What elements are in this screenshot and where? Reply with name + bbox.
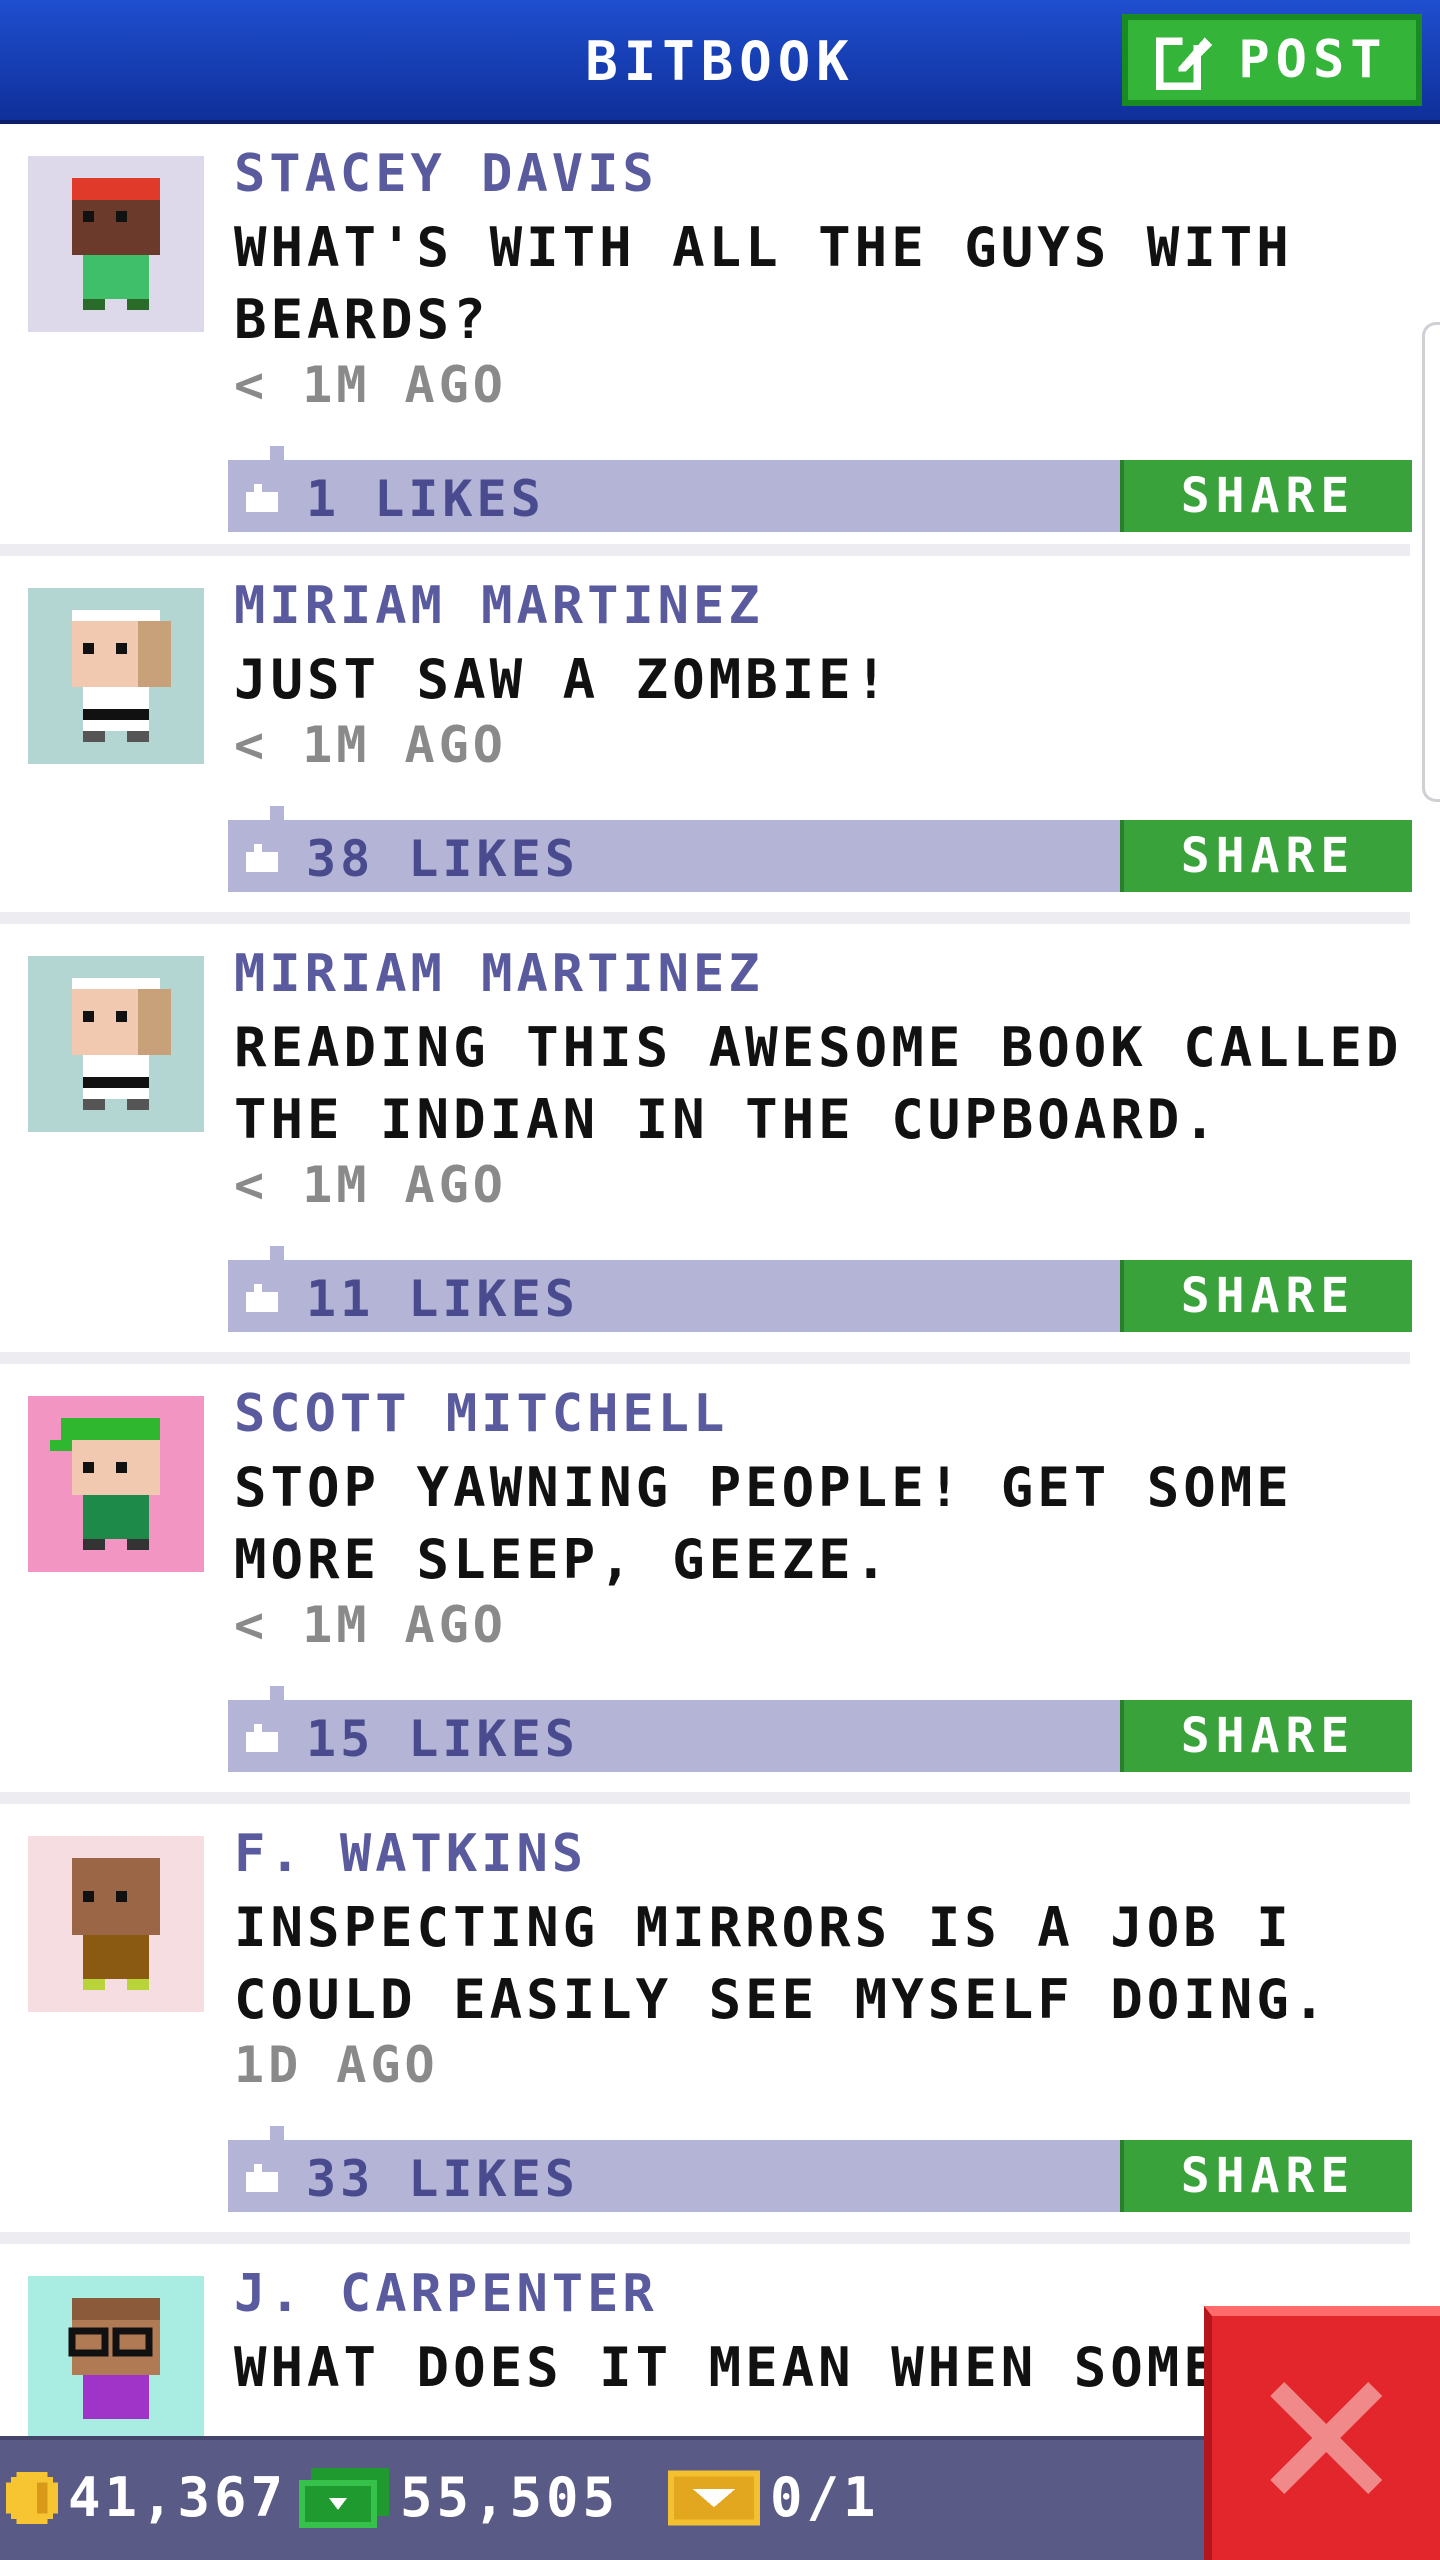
likes-bar-notch <box>270 1686 284 1700</box>
like-icon <box>246 1284 278 1312</box>
coin-icon <box>6 2471 58 2524</box>
post-message: STOP YAWNING PEOPLE! GET SOME MORE SLEEP… <box>234 1456 1293 1591</box>
like-icon <box>246 844 278 872</box>
post-message: JUST SAW A ZOMBIE! <box>234 648 892 711</box>
avatar[interactable] <box>28 588 204 764</box>
likes-bar: 1 LIKES SHARE <box>228 446 1412 532</box>
post-time: 1D AGO <box>234 2036 439 2094</box>
edit-icon <box>1156 33 1213 90</box>
post-time: < 1M AGO <box>234 716 507 774</box>
bux-stat[interactable]: 55,505 <box>298 2466 619 2529</box>
avatar[interactable] <box>28 156 204 332</box>
feed-post: SCOTT MITCHELL STOP YAWNING PEOPLE! GET … <box>0 1364 1412 1804</box>
share-button[interactable]: SHARE <box>1120 2140 1412 2212</box>
feed-post: MIRIAM MARTINEZ JUST SAW A ZOMBIE! < 1M … <box>0 556 1412 924</box>
share-button[interactable]: SHARE <box>1120 1700 1412 1772</box>
like-icon <box>246 2164 278 2192</box>
share-button[interactable]: SHARE <box>1120 820 1412 892</box>
share-button[interactable]: SHARE <box>1120 460 1412 532</box>
post-author[interactable]: STACEY DAVIS <box>234 144 658 204</box>
likes-count[interactable]: 15 LIKES <box>306 1710 579 1768</box>
likes-bar-notch <box>270 1246 284 1260</box>
post-time: < 1M AGO <box>234 356 507 414</box>
scroll-indicator[interactable] <box>1422 322 1440 802</box>
feed-post: F. WATKINS INSPECTING MIRRORS IS A JOB I… <box>0 1804 1412 2244</box>
likes-count[interactable]: 38 LIKES <box>306 830 579 888</box>
person-avatar-icon <box>72 1858 160 1990</box>
person-avatar-icon <box>68 2298 160 2419</box>
coins-value: 41,367 <box>68 2466 288 2529</box>
post-author[interactable]: SCOTT MITCHELL <box>234 1384 728 1444</box>
post-message: READING THIS AWESOME BOOK CALLED THE IND… <box>234 1016 1403 1151</box>
ticket-icon <box>668 2469 760 2526</box>
post-author[interactable]: MIRIAM MARTINEZ <box>234 944 764 1004</box>
tickets-stat[interactable]: 0/1 <box>668 2466 880 2529</box>
bitbook-screen: BITBOOK POST STACEY DAVIS WHAT'S WITH AL… <box>0 0 1440 2560</box>
likes-bar-notch <box>270 2126 284 2140</box>
likes-count[interactable]: 1 LIKES <box>306 470 545 528</box>
likes-bar-notch <box>270 806 284 820</box>
like-icon <box>246 1724 278 1752</box>
person-avatar-icon <box>72 978 171 1110</box>
close-icon <box>1270 2382 1382 2494</box>
likes-count[interactable]: 11 LIKES <box>306 1270 579 1328</box>
top-bar: BITBOOK POST <box>0 0 1440 124</box>
bux-icon <box>299 2467 389 2528</box>
post-message: WHAT'S WITH ALL THE GUYS WITH BEARDS? <box>234 216 1293 351</box>
avatar[interactable] <box>28 1836 204 2012</box>
feed-post: MIRIAM MARTINEZ READING THIS AWESOME BOO… <box>0 924 1412 1364</box>
coins-stat: 41,367 <box>6 2466 287 2529</box>
share-button[interactable]: SHARE <box>1120 1260 1412 1332</box>
post-author[interactable]: MIRIAM MARTINEZ <box>234 576 764 636</box>
post-button[interactable]: POST <box>1122 14 1422 106</box>
post-time: < 1M AGO <box>234 1596 507 1654</box>
post-author[interactable]: J. CARPENTER <box>234 2264 658 2324</box>
likes-bar: 11 LIKES SHARE <box>228 1246 1412 1332</box>
likes-count[interactable]: 33 LIKES <box>306 2150 579 2208</box>
close-button[interactable] <box>1204 2306 1440 2560</box>
avatar[interactable] <box>28 2276 204 2452</box>
avatar[interactable] <box>28 956 204 1132</box>
like-icon <box>246 484 278 512</box>
likes-bar: 38 LIKES SHARE <box>228 806 1412 892</box>
likes-bar: 33 LIKES SHARE <box>228 2126 1412 2212</box>
avatar[interactable] <box>28 1396 204 1572</box>
post-time: < 1M AGO <box>234 1156 507 1214</box>
person-avatar-icon <box>72 610 171 742</box>
likes-bar: 15 LIKES SHARE <box>228 1686 1412 1772</box>
post-author[interactable]: F. WATKINS <box>234 1824 587 1884</box>
feed-post: STACEY DAVIS WHAT'S WITH ALL THE GUYS WI… <box>0 124 1412 556</box>
tickets-value: 0/1 <box>770 2466 880 2529</box>
likes-bar-notch <box>270 446 284 460</box>
post-label: POST <box>1238 30 1388 90</box>
feed[interactable]: STACEY DAVIS WHAT'S WITH ALL THE GUYS WI… <box>0 124 1440 2560</box>
person-avatar-icon <box>50 1418 160 1550</box>
post-message: INSPECTING MIRRORS IS A JOB I COULD EASI… <box>234 1896 1330 2031</box>
person-avatar-icon <box>72 178 160 310</box>
bux-value: 55,505 <box>400 2466 620 2529</box>
